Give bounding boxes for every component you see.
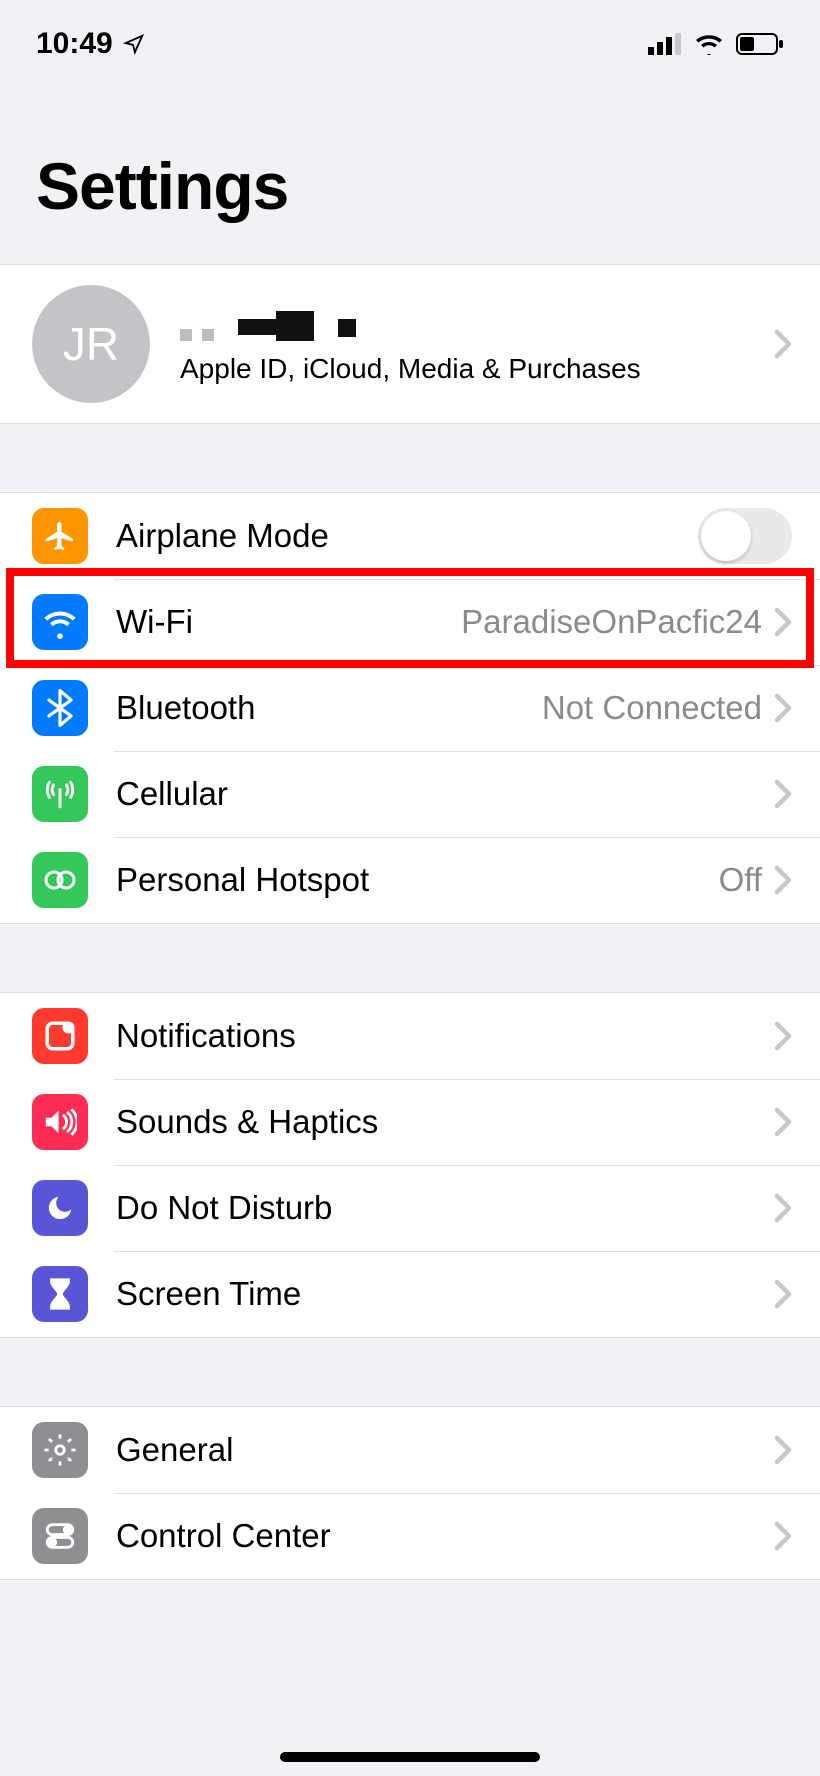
chevron-right-icon (774, 1521, 792, 1551)
general-label: General (88, 1431, 774, 1469)
chevron-right-icon (774, 1107, 792, 1137)
notifications-icon (32, 1008, 88, 1064)
cellular-icon (32, 766, 88, 822)
cellular-signal-icon (648, 33, 682, 55)
hourglass-icon (32, 1266, 88, 1322)
sounds-haptics-label: Sounds & Haptics (88, 1103, 774, 1141)
location-icon (123, 33, 145, 55)
chevron-right-icon (774, 1435, 792, 1465)
chevron-right-icon (774, 607, 792, 637)
status-time: 10:49 (36, 27, 113, 61)
bluetooth-icon (32, 680, 88, 736)
chevron-right-icon (774, 1193, 792, 1223)
control-center-row[interactable]: Control Center (0, 1493, 820, 1579)
airplane-icon (32, 508, 88, 564)
notifications-row[interactable]: Notifications (0, 993, 820, 1079)
apple-id-name-redacted (180, 303, 774, 341)
chevron-right-icon (774, 693, 792, 723)
chevron-right-icon (774, 1021, 792, 1051)
header: Settings (0, 88, 820, 264)
airplane-mode-label: Airplane Mode (88, 517, 698, 555)
sounds-icon (32, 1094, 88, 1150)
airplane-mode-toggle[interactable] (698, 508, 792, 564)
do-not-disturb-label: Do Not Disturb (88, 1189, 774, 1227)
screen-time-row[interactable]: Screen Time (0, 1251, 820, 1337)
chevron-right-icon (774, 1279, 792, 1309)
control-center-label: Control Center (88, 1517, 774, 1555)
chevron-right-icon (774, 779, 792, 809)
alerts-section: Notifications Sounds & Haptics Do Not Di… (0, 992, 820, 1338)
chevron-right-icon (774, 329, 792, 359)
apple-id-subtitle: Apple ID, iCloud, Media & Purchases (180, 353, 774, 385)
moon-icon (32, 1180, 88, 1236)
page-title: Settings (36, 148, 784, 224)
control-center-icon (32, 1508, 88, 1564)
personal-hotspot-row[interactable]: Personal Hotspot Off (0, 837, 820, 923)
do-not-disturb-row[interactable]: Do Not Disturb (0, 1165, 820, 1251)
status-bar: 10:49 (0, 0, 820, 88)
bluetooth-row[interactable]: Bluetooth Not Connected (0, 665, 820, 751)
home-indicator[interactable] (280, 1752, 540, 1762)
sounds-haptics-row[interactable]: Sounds & Haptics (0, 1079, 820, 1165)
airplane-mode-row[interactable]: Airplane Mode (0, 493, 820, 579)
general-row[interactable]: General (0, 1407, 820, 1493)
bluetooth-value: Not Connected (542, 689, 774, 727)
wifi-row[interactable]: Wi-Fi ParadiseOnPacfic24 (0, 579, 820, 665)
apple-id-row[interactable]: JR Apple ID, iCloud, Media & Purchases (0, 265, 820, 423)
cellular-row[interactable]: Cellular (0, 751, 820, 837)
wifi-label: Wi-Fi (88, 603, 461, 641)
chevron-right-icon (774, 865, 792, 895)
personal-hotspot-label: Personal Hotspot (88, 861, 719, 899)
connectivity-section: Airplane Mode Wi-Fi ParadiseOnPacfic24 B… (0, 492, 820, 924)
wifi-icon (694, 33, 724, 55)
bluetooth-label: Bluetooth (88, 689, 542, 727)
personal-hotspot-value: Off (719, 861, 774, 899)
gear-icon (32, 1422, 88, 1478)
hotspot-icon (32, 852, 88, 908)
screen-time-label: Screen Time (88, 1275, 774, 1313)
apple-id-section: JR Apple ID, iCloud, Media & Purchases (0, 264, 820, 424)
wifi-value: ParadiseOnPacfic24 (461, 603, 774, 641)
wifi-icon (32, 594, 88, 650)
battery-icon (736, 33, 784, 55)
general-section: General Control Center (0, 1406, 820, 1580)
notifications-label: Notifications (88, 1017, 774, 1055)
avatar: JR (32, 285, 150, 403)
cellular-label: Cellular (88, 775, 774, 813)
